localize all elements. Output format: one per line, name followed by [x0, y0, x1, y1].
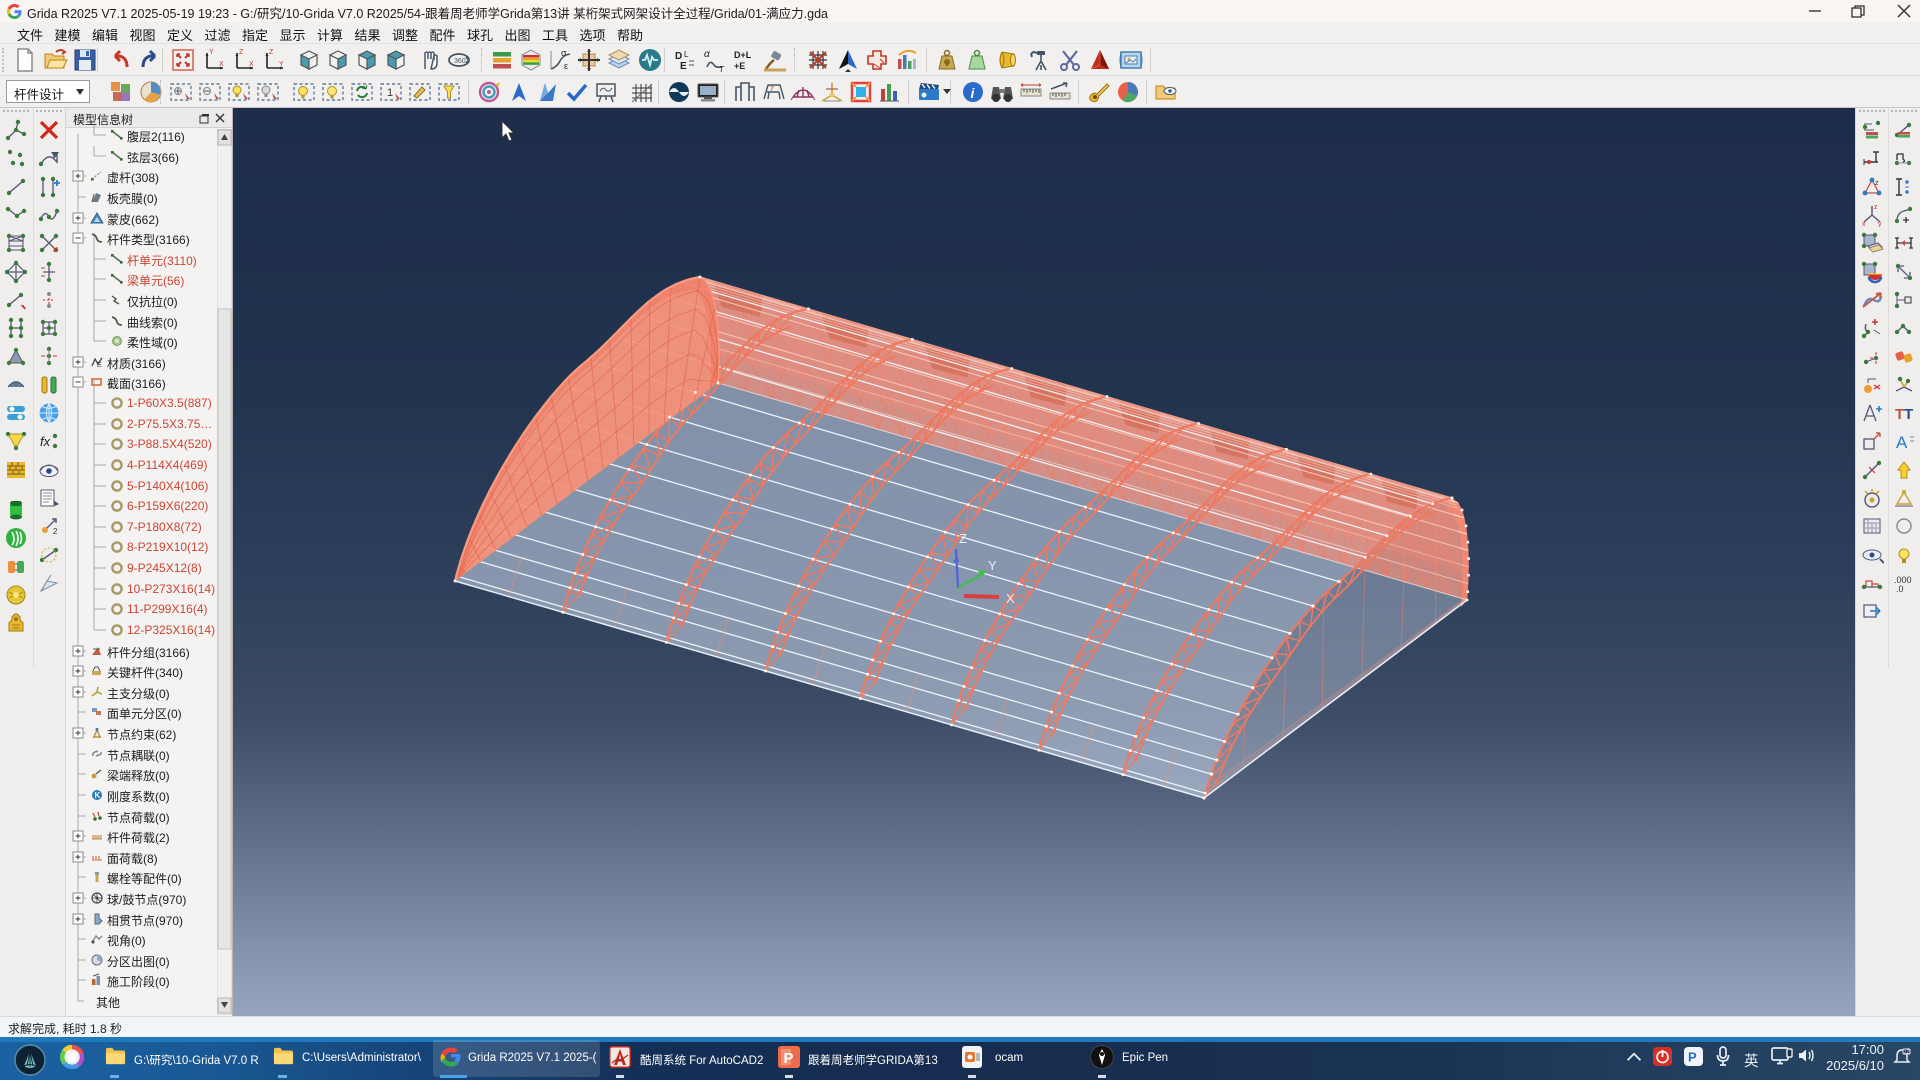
svg-text:+E: +E	[734, 61, 745, 71]
svg-text:.0: .0	[1896, 584, 1904, 594]
svg-text:Y: Y	[988, 558, 997, 573]
svg-text:Z: Z	[959, 531, 967, 546]
svg-text:fx: fx	[40, 434, 51, 449]
svg-text:Y: Y	[279, 61, 284, 68]
svg-text:α: α	[704, 49, 710, 60]
svg-text:z: z	[1875, 180, 1879, 187]
svg-text:x: x	[1862, 221, 1866, 227]
svg-text:K: K	[95, 791, 101, 800]
svg-text:X: X	[249, 61, 254, 68]
svg-text:7: 7	[770, 86, 774, 93]
svg-text:zZ: zZ	[1904, 1050, 1910, 1056]
svg-text:T: T	[1904, 406, 1913, 423]
svg-text:X: X	[1006, 591, 1015, 606]
svg-text:T: T	[719, 65, 725, 73]
svg-text:360: 360	[454, 58, 466, 65]
svg-text:ε: ε	[564, 61, 568, 71]
svg-text:Y: Y	[209, 49, 214, 56]
svg-text:Z: Z	[269, 49, 274, 56]
svg-text:y: y	[1878, 221, 1882, 227]
svg-text:X: X	[219, 61, 224, 68]
svg-text:D+L: D+L	[734, 50, 752, 60]
svg-text:Z: Z	[239, 49, 244, 56]
svg-text:σ: σ	[561, 48, 567, 58]
svg-text:2: 2	[53, 527, 58, 536]
svg-text:z: z	[1874, 204, 1878, 211]
svg-text:T: T	[1895, 406, 1904, 423]
svg-text:P: P	[1688, 1050, 1697, 1065]
svg-text:E: E	[97, 362, 102, 369]
svg-text:A: A	[1896, 433, 1908, 452]
svg-text:E: E	[680, 61, 687, 72]
svg-text:L: L	[684, 50, 689, 59]
svg-text:1: 1	[387, 87, 393, 99]
svg-text:P: P	[784, 1050, 794, 1067]
